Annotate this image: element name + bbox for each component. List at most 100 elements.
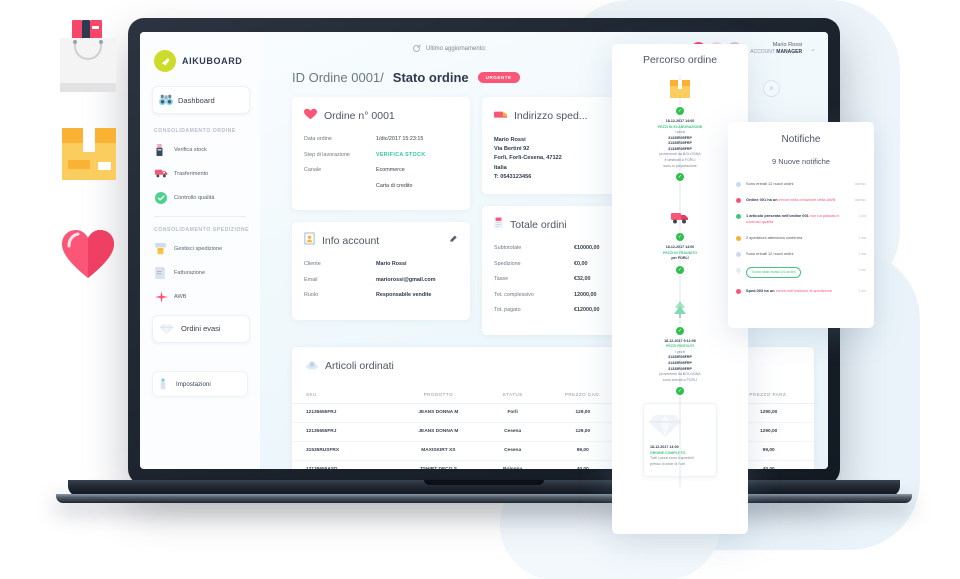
notification-text: Sono entrati 12 nuovi ordini (746, 181, 794, 186)
sidebar-item-verifica-stock[interactable]: Verifica stock (155, 143, 250, 156)
totals-row: Spedizione €0,00 (494, 261, 626, 269)
notifiche-panel: Notifiche 9 Nuove notifiche Sono entrati… (728, 122, 874, 328)
row-value: Responsabile vendite (376, 292, 432, 299)
order-row: Canale Ecommerce (304, 167, 458, 175)
percorso-title: Percorso ordine (642, 54, 718, 66)
sidebar-item-label: Controllo qualità (174, 194, 215, 201)
row-key: Data ordine (304, 136, 332, 142)
list-item[interactable]: Sped.003 ha un errore nell'indirizzo di … (736, 283, 866, 299)
order-row: Step di lavorazione VERIFICA STOCK (304, 152, 458, 160)
notifiche-title: Notifiche (781, 134, 821, 145)
chevron-down-icon[interactable]: ⌄ (810, 45, 816, 53)
row-value: mariorossi@gmail.com (376, 276, 436, 283)
screenshot-root: AIKUBOARD Dashboard CONSOLIDAMENTO ORDIN… (0, 0, 960, 579)
list-item[interactable]: Ordine 001 ha un errore nella creazione … (736, 192, 866, 208)
heart-icon (60, 228, 116, 280)
list-item[interactable]: Sono entrati 12 nuovi ordini 1 ora (736, 246, 866, 262)
notification-time: 1 ora (858, 214, 866, 218)
stock-icon (155, 143, 167, 156)
sidebar-item-label: Ordini evasi (181, 324, 221, 334)
refresh-status[interactable]: Ultimo aggiornamento: (412, 43, 486, 55)
notification-time: Adesso (855, 198, 866, 202)
sidebar-item-label: Trasferimento (174, 170, 209, 177)
articles-card-title: Articoli ordinati (325, 359, 394, 372)
cell-prodotto: JEANS DONNA M (391, 422, 486, 442)
row-key: Step di lavorazione (304, 151, 350, 158)
shipment-icon (155, 242, 167, 255)
account-row: Email mariorossi@gmail.com (304, 277, 458, 285)
row-key: Email (304, 276, 318, 283)
sidebar-item-trasferimento[interactable]: Trasferimento (155, 168, 250, 180)
row-value: VERIFICA STOCK (376, 151, 426, 158)
account-card: Info account Cliente Mario Rossi Email m… (292, 222, 470, 320)
sidebar-item-awb[interactable]: AWB (155, 290, 250, 303)
list-item[interactable]: 1 articolo presenta nell'ordine 001 non … (736, 208, 866, 230)
address-icon (494, 107, 507, 125)
sidebar-item-controllo-qualita[interactable]: Controllo qualità (155, 191, 250, 204)
sidebar-item-label: Dashboard (178, 95, 215, 105)
invoice-icon (155, 266, 167, 279)
sidebar-item-impostazioni[interactable]: Impostazioni (152, 371, 248, 397)
user-name: Mario Rossi (772, 42, 803, 49)
sidebar-item-gestisci-spedizione[interactable]: Gestisci spedizione (155, 242, 250, 255)
status-dot-icon (736, 288, 741, 294)
order-card-title: Ordine n° 0001 (324, 110, 395, 122)
row-key: Canale (304, 167, 322, 174)
cell-status: Cesena (485, 422, 541, 442)
brand-logo-icon (154, 50, 176, 72)
timeline-dot: ✓ (676, 387, 684, 396)
list-item[interactable]: Sono stati evasi 24 ordini 2 ore (736, 262, 866, 283)
box-icon (612, 80, 748, 103)
user-menu[interactable]: Mario Rossi ACCOUNT MANAGER (750, 42, 802, 55)
sidebar-item-label: Gestisci spedizione (174, 245, 223, 252)
pencil-icon[interactable] (450, 235, 458, 245)
timeline-dot: ✓ (676, 265, 684, 274)
page-title-status: Stato ordine (392, 70, 469, 85)
sidebar-item-dashboard[interactable]: Dashboard (152, 86, 250, 114)
page-title-id: ID Ordine 0001/ (292, 70, 384, 85)
cell-sku: 12135655ASD (292, 460, 392, 469)
plane-icon (155, 290, 168, 303)
notifiche-list: Sono entrati 12 nuovi ordini Adesso Ordi… (728, 176, 874, 299)
truck-icon (155, 168, 168, 180)
totals-row: Tot. complessivo 12000,00 (494, 292, 626, 300)
cell-sku: 31535RUSFRX (292, 441, 392, 461)
totals-card-title: Totale ordini (510, 219, 567, 232)
sidebar-item-fatturazione[interactable]: Fatturazione (155, 266, 250, 279)
status-dot-icon (736, 182, 741, 187)
row-key: Ruolo (304, 292, 319, 299)
list-item[interactable]: 2 spedizioni attendono conferma 1 ora (736, 230, 866, 246)
row-key (304, 183, 376, 191)
row-value: €32,00 (574, 276, 591, 283)
row-key: Tot. complessivo (494, 291, 534, 298)
cell-prodotto: MAXISKIRT XS (391, 441, 486, 461)
sidebar-item-ordini-evasi[interactable]: Ordini evasi (152, 314, 250, 343)
step-body: per FORLÌ (671, 256, 689, 261)
timeline-dot: ✓ (676, 107, 684, 115)
notification-time: 1 ora (858, 235, 866, 240)
row-value: €12000,00 (574, 307, 600, 314)
status-dot-icon (736, 251, 741, 257)
sidebar-item-label: Impostazioni (176, 380, 211, 388)
diamond-icon (736, 267, 741, 273)
account-row: Ruolo Responsabile vendite (304, 292, 458, 300)
list-item[interactable]: Sono entrati 12 nuovi ordini Adesso (736, 176, 866, 192)
notification-time: 1 ora (858, 251, 866, 256)
refresh-icon (412, 43, 421, 55)
cell-prodotto: TSHIRT DECO S (391, 460, 486, 469)
cardboard-box-icon (62, 128, 116, 180)
close-icon[interactable]: × (763, 80, 780, 97)
address-line: Mario Rossi (494, 137, 526, 143)
row-value: €0,00 (574, 260, 588, 267)
row-key: Tasse (494, 276, 509, 283)
cell-sku: 12135655FRJ (292, 403, 392, 423)
receipt-icon (494, 216, 503, 234)
shopping-bag-icon (60, 20, 116, 92)
notifiche-subtitle: 9 Nuove notifiche (772, 157, 830, 166)
sidebar-item-label: Fatturazione (174, 269, 206, 276)
address-line: Forlì, Forlì-Cesena, 47122 (494, 155, 562, 162)
row-value: 1/dic/2017 15:23:15 (376, 136, 424, 142)
sidebar: AIKUBOARD Dashboard CONSOLIDAMENTO ORDIN… (140, 32, 260, 469)
order-row: Data ordine 1/dic/2017 15:23:15 (304, 136, 458, 144)
order-card: Ordine n° 0001 Data ordine 1/dic/2017 15… (292, 97, 470, 211)
